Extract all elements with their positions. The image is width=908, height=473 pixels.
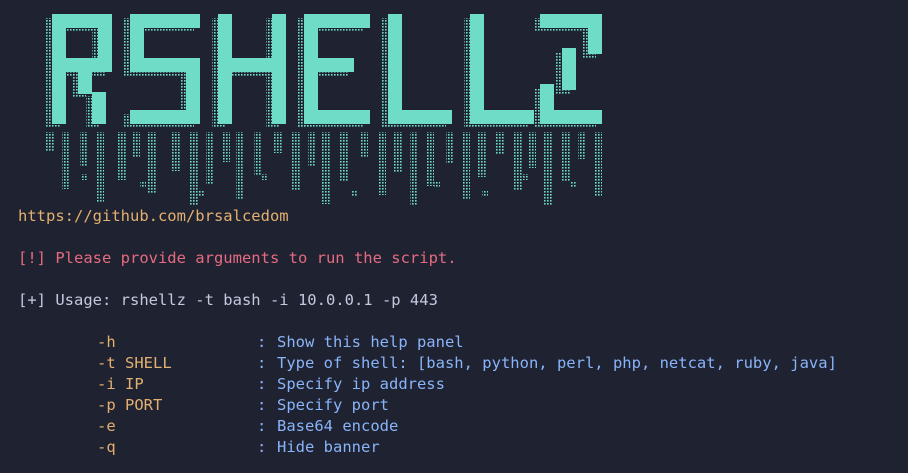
option-flag: -t SHELL <box>97 354 172 372</box>
banner-drip <box>96 132 104 203</box>
banner-drip <box>446 132 454 163</box>
option-description: Show this help panel <box>277 333 464 351</box>
banner-drip <box>254 132 262 176</box>
banner-drip <box>426 132 434 186</box>
banner-drip <box>496 132 504 154</box>
banner-drip <box>462 132 470 200</box>
option-separator: : <box>257 354 267 372</box>
banner-drip <box>322 132 330 204</box>
banner-drip <box>578 132 586 159</box>
banner-letter <box>124 14 200 128</box>
option-row-ip: -i IP : Specify ip address <box>97 374 445 395</box>
banner-drip <box>514 132 522 191</box>
banner-drip <box>80 132 88 166</box>
banner-drip <box>544 132 552 205</box>
option-row-encode: -e : Base64 encode <box>97 416 398 437</box>
option-row-shell: -t SHELL : Type of shell: [bash, python,… <box>97 353 837 374</box>
banner-letter <box>382 14 452 128</box>
usage-line: [+] Usage: rshellz -t bash -i 10.0.0.1 -… <box>18 291 438 309</box>
option-row-quiet: -q : Hide banner <box>97 437 380 458</box>
option-description: Type of shell: [bash, python, perl, php,… <box>277 354 837 372</box>
banner-letter <box>298 14 370 128</box>
banner-drip <box>172 132 180 171</box>
banner-drip <box>562 132 570 182</box>
warning-message: [!] Please provide arguments to run the … <box>18 249 457 267</box>
banner-drip <box>308 132 316 167</box>
banner-drip <box>340 132 348 181</box>
banner-drip <box>274 132 282 153</box>
option-flag: -e <box>97 417 116 435</box>
banner-drip <box>378 132 386 195</box>
banner-drip <box>352 190 358 196</box>
banner-letter <box>212 14 286 128</box>
banner-drip <box>132 132 140 157</box>
banner-drip <box>190 132 198 206</box>
banner-drip <box>62 132 70 189</box>
option-row-help: -h : Show this help panel <box>97 332 464 353</box>
banner-drip <box>594 132 602 196</box>
ascii-banner <box>46 14 602 206</box>
banner-drip <box>410 132 418 206</box>
banner-letter <box>46 14 112 128</box>
banner-drip <box>140 182 146 188</box>
option-description: Base64 encode <box>277 417 399 435</box>
option-description: Specify ip address <box>277 375 445 393</box>
option-separator: : <box>257 417 267 435</box>
option-separator: : <box>257 333 267 351</box>
option-flag: -q <box>97 438 116 456</box>
github-url[interactable]: https://github.com/brsalcedom <box>18 206 289 227</box>
banner-drip <box>360 132 368 158</box>
banner-drip <box>82 174 88 180</box>
banner-drip <box>434 182 440 188</box>
banner-drip <box>46 132 54 152</box>
banner-drip <box>198 190 204 196</box>
banner-drip <box>236 132 244 199</box>
banner-drip <box>394 132 402 172</box>
option-flag: -p PORT <box>97 396 163 414</box>
banner-drip <box>262 174 268 180</box>
banner-drip <box>482 190 488 196</box>
banner-drip <box>292 132 300 190</box>
option-separator: : <box>257 375 267 393</box>
option-description: Specify port <box>277 396 389 414</box>
banner-letter <box>464 14 534 128</box>
banner-drip <box>148 132 156 194</box>
option-flag: -h <box>97 333 116 351</box>
option-row-port: -p PORT : Specify port <box>97 395 389 416</box>
banner-drip <box>522 174 528 180</box>
banner-drip <box>528 132 536 168</box>
option-separator: : <box>257 438 267 456</box>
option-description: Hide banner <box>277 438 380 456</box>
banner-drip <box>206 132 214 185</box>
banner-drip <box>118 132 126 180</box>
option-separator: : <box>257 396 267 414</box>
banner-drip <box>322 182 328 188</box>
option-flag: -i IP <box>97 375 144 393</box>
banner-drip <box>570 182 576 188</box>
banner-drip <box>410 174 416 180</box>
banner-drip <box>478 132 486 177</box>
banner-drip <box>222 132 230 162</box>
banner-letter <box>534 14 602 128</box>
